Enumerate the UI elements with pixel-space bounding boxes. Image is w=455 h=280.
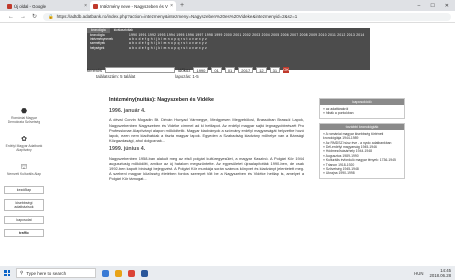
clock-date: 2018.06.28 <box>429 273 451 278</box>
chronology-link[interactable]: » Ukrajna 1990-1998 <box>323 171 401 175</box>
entry-date: 1999. június 4. <box>109 146 146 153</box>
tab-title: Új oldal - Google <box>14 3 47 9</box>
nav-row: helységek a b c d e f g h i j k l m n o p… <box>87 46 370 50</box>
related-box: kapcsolódó » az adattárakról » hibák a p… <box>319 98 405 119</box>
databases-link[interactable]: kisebbségi adatbázisok <box>4 199 44 211</box>
file-explorer-icon[interactable] <box>115 269 122 277</box>
word-icon[interactable] <box>141 269 148 277</box>
nav-row-label: helységek <box>90 45 105 50</box>
reload-icon[interactable]: ↻ <box>32 13 37 20</box>
chronology-link[interactable]: » A romániai magyar kisebbség történeti … <box>323 132 401 141</box>
page-title: Intézmény(nuitás): Nagyszeben és Vidéke <box>109 97 214 103</box>
logo-icon: ✿ <box>21 136 27 143</box>
results-count: találatszám: 5 találat <box>96 74 136 79</box>
day-from-field[interactable]: 01 <box>224 67 236 73</box>
chrome-icon[interactable] <box>128 269 135 277</box>
site-navigation: kronológia kiválasztottak kronológia 1990 … <box>87 28 370 70</box>
left-sidebar: ⬣ Romániai Magyar Demokrata Szövetség ✿ Er… <box>4 106 44 242</box>
results-info: találatszám: 5 találat lapozás: 1-5 <box>96 74 366 80</box>
minimize-icon[interactable]: – <box>418 1 421 11</box>
close-icon[interactable]: × <box>84 3 87 9</box>
traffic-badge[interactable]: traffic <box>4 229 44 237</box>
page-icon <box>93 3 98 9</box>
entry-date: 1996. január 4. <box>109 108 146 115</box>
pagination[interactable]: lapozás: 1-5 <box>175 74 198 80</box>
interval-label: időköz <box>178 67 191 73</box>
maximize-icon[interactable]: ☐ <box>430 1 434 11</box>
right-sidebar: kapcsolódó » az adattárakról » hibák a p… <box>319 98 405 183</box>
browser-tabbar: Új oldal - Google × Intézmény neve - Nagy… <box>0 0 455 11</box>
forward-icon[interactable]: → <box>20 14 26 20</box>
url-field[interactable]: 🔒 https://adtdb.adatbank.ro/index.php?act… <box>43 12 451 21</box>
browser-tab-active[interactable]: Intézmény neve - Nagyszeben és Vidéke× <box>90 1 176 11</box>
home-link[interactable]: kezdőlap <box>4 186 44 194</box>
letter-links[interactable]: a b c d e f g h i j k l m n o p q r s t … <box>129 46 370 50</box>
logo-nka[interactable]: ⛫ Nemzeti Kulturális Alap <box>4 162 44 177</box>
logo-icon: ⬣ <box>20 108 28 115</box>
window-controls: – ☐ ✕ <box>418 1 455 11</box>
system-tray: HUN 14:45 2018.06.28 <box>414 268 455 278</box>
close-icon[interactable]: × <box>170 3 173 9</box>
logo-icon: ⛫ <box>20 163 28 171</box>
month-from-field[interactable]: 01 <box>211 67 222 73</box>
search-label: keresés <box>87 67 103 73</box>
logo-rmdsz[interactable]: ⬣ Romániai Magyar Demokrata Szövetség <box>4 106 44 124</box>
taskbar-search-placeholder: Type here to search <box>26 270 67 276</box>
main-content: Intézmény(nuitás): Nagyszeben és Vidéke … <box>109 97 304 182</box>
address-bar-row: ← → ↻ 🔒 https://adtdb.adatbank.ro/index.p… <box>0 11 455 23</box>
more-chronologies-box: további kronológiák » A romániai magyar … <box>319 122 405 179</box>
browser-tab-google[interactable]: Új oldal - Google × <box>4 1 90 11</box>
windows-start-icon[interactable] <box>4 270 10 276</box>
logo-adatbank[interactable]: ✿ Erdélyi Magyar Adatbank Alapítvány <box>4 134 44 152</box>
taskbar-search[interactable]: ⚲ Type here to search <box>16 268 96 278</box>
language-indicator[interactable]: HUN <box>414 271 423 276</box>
year-from-field[interactable]: 1990 <box>193 67 209 73</box>
close-window-icon[interactable]: ✕ <box>445 1 449 11</box>
day-to-field[interactable]: 31 <box>269 67 281 73</box>
entry-text: Nagyszebenben 1958-ban alakult meg az el… <box>109 155 304 182</box>
new-tab-icon[interactable]: + <box>176 1 188 11</box>
clock[interactable]: 14:45 2018.06.28 <box>429 268 451 278</box>
year-to-field[interactable]: 2017 <box>238 67 254 73</box>
search-row: keresés időköz 1990 01 01 2017 12 31 OK <box>87 66 370 74</box>
task-view-icon[interactable] <box>102 269 109 277</box>
related-link[interactable]: » hibák a pontokban <box>323 111 401 115</box>
logo-caption: Romániai Magyar Demokrata Szövetség <box>7 116 41 124</box>
taskbar: ⚲ Type here to search HUN 14:45 2018.06.28 <box>0 266 455 280</box>
contact-link[interactable]: kapcsolat <box>4 216 44 224</box>
page-icon <box>7 3 12 9</box>
search-submit-button[interactable]: OK <box>283 67 290 73</box>
lock-icon: 🔒 <box>48 13 54 19</box>
logo-caption: Nemzeti Kulturális Alap <box>7 172 41 176</box>
back-icon[interactable]: ← <box>8 14 14 20</box>
tab-title: Intézmény neve - Nagyszeben és Vidéke <box>100 3 168 9</box>
month-to-field[interactable]: 12 <box>256 67 267 73</box>
chronology-link[interactable]: » Kulturális évforduló magyar tények: 17… <box>323 158 401 162</box>
search-icon: ⚲ <box>20 270 24 275</box>
entry-text: A dévai Corvin Mogadin Bt. Déván Hunyad … <box>109 117 304 144</box>
logo-caption: Erdélyi Magyar Adatbank Alapítvány <box>5 144 43 152</box>
url-text: https://adtdb.adatbank.ro/index.php?acti… <box>56 14 298 19</box>
search-input[interactable] <box>105 67 176 73</box>
